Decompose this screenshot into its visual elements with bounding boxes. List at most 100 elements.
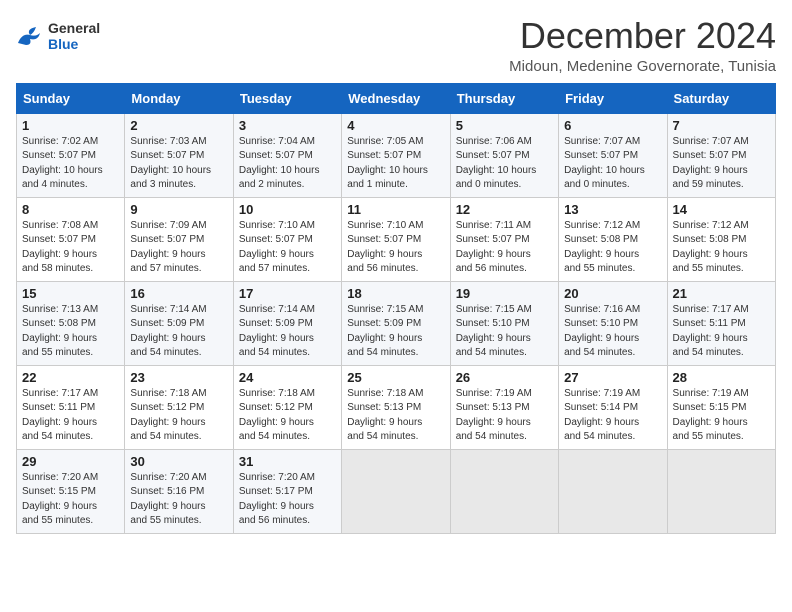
day-info: Sunrise: 7:20 AM Sunset: 5:15 PM Dayligh… [22,471,119,529]
calendar-cell: 3 Sunrise: 7:04 AM Sunset: 5:07 PM Daylig… [233,113,341,197]
calendar-week-row: 15 Sunrise: 7:13 AM Sunset: 5:08 PM Dayli… [17,281,776,365]
day-number: 29 [22,454,119,469]
day-info: Sunrise: 7:19 AM Sunset: 5:15 PM Dayligh… [673,387,770,445]
day-number: 24 [239,370,336,385]
day-number: 28 [673,370,770,385]
calendar-cell: 30Sunrise: 7:20 AM Sunset: 5:16 PM Dayli… [125,449,233,533]
day-number: 25 [347,370,444,385]
page-header: General Blue December 2024 Midoun, Meden… [16,16,776,75]
calendar-week-row: 8 Sunrise: 7:08 AM Sunset: 5:07 PM Daylig… [17,197,776,281]
calendar-cell: 17 Sunrise: 7:14 AM Sunset: 5:09 PM Dayli… [233,281,341,365]
calendar-cell: 23 Sunrise: 7:18 AM Sunset: 5:12 PM Dayli… [125,365,233,449]
logo-general: General [48,20,100,36]
day-number: 19 [456,286,553,301]
day-info: Sunrise: 7:14 AM Sunset: 5:09 PM Dayligh… [239,303,336,361]
calendar-cell: 5 Sunrise: 7:06 AM Sunset: 5:07 PM Daylig… [450,113,558,197]
calendar-cell: 18 Sunrise: 7:15 AM Sunset: 5:09 PM Dayli… [342,281,450,365]
day-number: 14 [673,202,770,217]
calendar-cell: 27Sunrise: 7:19 AM Sunset: 5:14 PM Dayli… [559,365,667,449]
day-number: 10 [239,202,336,217]
day-number: 18 [347,286,444,301]
day-number: 16 [130,286,227,301]
day-number: 31 [239,454,336,469]
calendar-cell: 2 Sunrise: 7:03 AM Sunset: 5:07 PM Daylig… [125,113,233,197]
day-number: 9 [130,202,227,217]
calendar-cell: 10 Sunrise: 7:10 AM Sunset: 5:07 PM Dayli… [233,197,341,281]
calendar-cell: 13Sunrise: 7:12 AM Sunset: 5:08 PM Dayli… [559,197,667,281]
logo-text: General Blue [48,20,100,52]
day-info: Sunrise: 7:06 AM Sunset: 5:07 PM Dayligh… [456,135,553,193]
day-number: 4 [347,118,444,133]
day-number: 8 [22,202,119,217]
day-number: 2 [130,118,227,133]
calendar-week-row: 1 Sunrise: 7:02 AM Sunset: 5:07 PM Daylig… [17,113,776,197]
calendar-table: SundayMondayTuesdayWednesdayThursdayFrid… [16,83,776,534]
day-info: Sunrise: 7:19 AM Sunset: 5:13 PM Dayligh… [456,387,553,445]
day-number: 3 [239,118,336,133]
calendar-cell: 15 Sunrise: 7:13 AM Sunset: 5:08 PM Dayli… [17,281,125,365]
day-number: 23 [130,370,227,385]
day-number: 15 [22,286,119,301]
day-number: 7 [673,118,770,133]
day-number: 5 [456,118,553,133]
weekday-header-sunday: Sunday [17,83,125,113]
day-info: Sunrise: 7:14 AM Sunset: 5:09 PM Dayligh… [130,303,227,361]
weekday-header-saturday: Saturday [667,83,775,113]
day-number: 21 [673,286,770,301]
weekday-header-thursday: Thursday [450,83,558,113]
day-info: Sunrise: 7:17 AM Sunset: 5:11 PM Dayligh… [22,387,119,445]
day-info: Sunrise: 7:02 AM Sunset: 5:07 PM Dayligh… [22,135,119,193]
day-info: Sunrise: 7:10 AM Sunset: 5:07 PM Dayligh… [239,219,336,277]
calendar-cell: 25Sunrise: 7:18 AM Sunset: 5:13 PM Dayli… [342,365,450,449]
calendar-cell: 8 Sunrise: 7:08 AM Sunset: 5:07 PM Daylig… [17,197,125,281]
day-number: 27 [564,370,661,385]
day-info: Sunrise: 7:13 AM Sunset: 5:08 PM Dayligh… [22,303,119,361]
calendar-cell: 31 Sunrise: 7:20 AM Sunset: 5:17 PM Dayli… [233,449,341,533]
day-info: Sunrise: 7:16 AM Sunset: 5:10 PM Dayligh… [564,303,661,361]
weekday-header-wednesday: Wednesday [342,83,450,113]
calendar-cell: 29 Sunrise: 7:20 AM Sunset: 5:15 PM Dayli… [17,449,125,533]
day-info: Sunrise: 7:04 AM Sunset: 5:07 PM Dayligh… [239,135,336,193]
calendar-cell: 22 Sunrise: 7:17 AM Sunset: 5:11 PM Dayli… [17,365,125,449]
calendar-cell: 19Sunrise: 7:15 AM Sunset: 5:10 PM Dayli… [450,281,558,365]
calendar-cell [450,449,558,533]
day-number: 1 [22,118,119,133]
calendar-cell: 14 Sunrise: 7:12 AM Sunset: 5:08 PM Dayli… [667,197,775,281]
day-info: Sunrise: 7:10 AM Sunset: 5:07 PM Dayligh… [347,219,444,277]
calendar-week-row: 29 Sunrise: 7:20 AM Sunset: 5:15 PM Dayli… [17,449,776,533]
calendar-cell: 11Sunrise: 7:10 AM Sunset: 5:07 PM Dayli… [342,197,450,281]
day-info: Sunrise: 7:12 AM Sunset: 5:08 PM Dayligh… [673,219,770,277]
calendar-cell: 24 Sunrise: 7:18 AM Sunset: 5:12 PM Dayli… [233,365,341,449]
calendar-week-row: 22 Sunrise: 7:17 AM Sunset: 5:11 PM Dayli… [17,365,776,449]
day-info: Sunrise: 7:18 AM Sunset: 5:12 PM Dayligh… [239,387,336,445]
location-subtitle: Midoun, Medenine Governorate, Tunisia [509,58,776,75]
day-info: Sunrise: 7:03 AM Sunset: 5:07 PM Dayligh… [130,135,227,193]
calendar-cell: 26 Sunrise: 7:19 AM Sunset: 5:13 PM Dayli… [450,365,558,449]
weekday-header-row: SundayMondayTuesdayWednesdayThursdayFrid… [17,83,776,113]
day-info: Sunrise: 7:20 AM Sunset: 5:17 PM Dayligh… [239,471,336,529]
calendar-cell: 21 Sunrise: 7:17 AM Sunset: 5:11 PM Dayli… [667,281,775,365]
day-number: 17 [239,286,336,301]
calendar-cell: 7 Sunrise: 7:07 AM Sunset: 5:07 PM Daylig… [667,113,775,197]
title-area: December 2024 Midoun, Medenine Governora… [509,16,776,75]
weekday-header-tuesday: Tuesday [233,83,341,113]
day-info: Sunrise: 7:07 AM Sunset: 5:07 PM Dayligh… [673,135,770,193]
calendar-cell [559,449,667,533]
day-number: 20 [564,286,661,301]
calendar-cell: 1 Sunrise: 7:02 AM Sunset: 5:07 PM Daylig… [17,113,125,197]
day-info: Sunrise: 7:15 AM Sunset: 5:09 PM Dayligh… [347,303,444,361]
month-title: December 2024 [509,16,776,56]
day-info: Sunrise: 7:18 AM Sunset: 5:12 PM Dayligh… [130,387,227,445]
day-info: Sunrise: 7:20 AM Sunset: 5:16 PM Dayligh… [130,471,227,529]
day-info: Sunrise: 7:08 AM Sunset: 5:07 PM Dayligh… [22,219,119,277]
day-info: Sunrise: 7:17 AM Sunset: 5:11 PM Dayligh… [673,303,770,361]
calendar-cell [342,449,450,533]
calendar-cell: 16 Sunrise: 7:14 AM Sunset: 5:09 PM Dayli… [125,281,233,365]
day-number: 26 [456,370,553,385]
day-info: Sunrise: 7:09 AM Sunset: 5:07 PM Dayligh… [130,219,227,277]
calendar-cell: 12Sunrise: 7:11 AM Sunset: 5:07 PM Dayli… [450,197,558,281]
logo-bird-icon [16,25,44,47]
day-number: 6 [564,118,661,133]
calendar-cell: 6Sunrise: 7:07 AM Sunset: 5:07 PM Daylig… [559,113,667,197]
day-number: 22 [22,370,119,385]
